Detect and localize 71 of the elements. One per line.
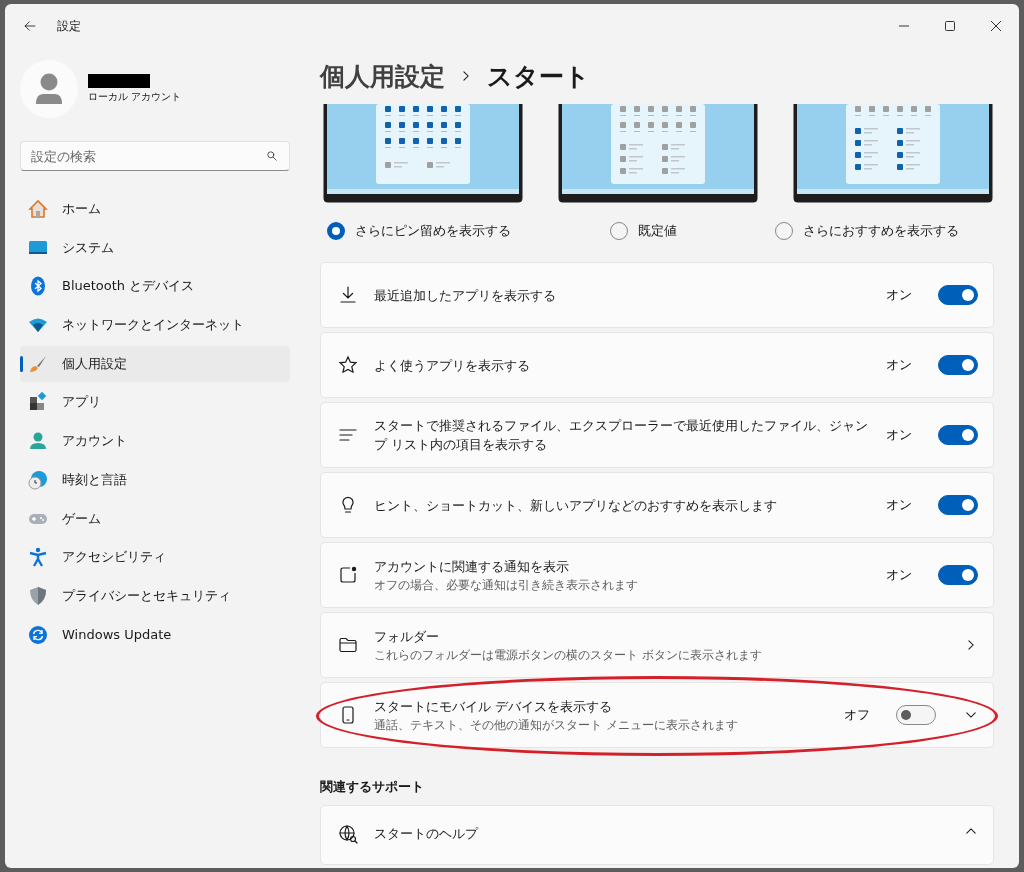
- sidebar-item[interactable]: アクセシビリティ: [20, 539, 290, 576]
- redaction-bar: [88, 74, 150, 88]
- setting-title: フォルダー: [374, 628, 440, 646]
- setting-title: アカウントに関連する通知を表示: [374, 558, 570, 576]
- setting-card[interactable]: フォルダー これらのフォルダーは電源ボタンの横のスタート ボタンに表示されます: [320, 612, 994, 678]
- radio-indicator[interactable]: [327, 222, 345, 240]
- setting-description: 通話、テキスト、その他の通知がスタート メニューに表示されます: [374, 718, 739, 733]
- sidebar-item[interactable]: ゲーム: [20, 500, 290, 537]
- sidebar-item[interactable]: システム: [20, 229, 290, 266]
- layout-radio[interactable]: さらにおすすめを表示する: [775, 222, 959, 240]
- globe-search-icon: [338, 824, 358, 844]
- sidebar-item[interactable]: アカウント: [20, 423, 290, 460]
- setting-card[interactable]: スタートで推奨されるファイル、エクスプローラーで最近使用したファイル、ジャンプ リスト内の項目を表示する オン: [320, 402, 994, 468]
- page-title: スタート: [487, 60, 590, 93]
- accessibility-icon: [28, 547, 48, 568]
- toggle-switch[interactable]: [938, 285, 978, 305]
- radio-indicator[interactable]: [775, 222, 793, 240]
- setting-title: よく使うアプリを表示する: [374, 356, 531, 375]
- setting-title: スタートで推奨されるファイル、エクスプローラーで最近使用したファイル、ジャンプ リスト内の項目を表示する: [374, 417, 869, 454]
- setting-card[interactable]: スタートにモバイル デバイスを表示する 通話、テキスト、その他の通知がスタート メニューに表示されます オフ: [320, 682, 994, 748]
- setting-card[interactable]: ヒント、ショートカット、新しいアプリなどのおすすめを表示します オン: [320, 472, 994, 538]
- radio-indicator[interactable]: [609, 222, 628, 240]
- setting-card[interactable]: よく使うアプリを表示する オン: [320, 332, 994, 398]
- sidebar-item[interactable]: アプリ: [20, 384, 290, 421]
- layout-radio[interactable]: さらにピン留めを表示する: [327, 222, 511, 240]
- apps-icon: [28, 392, 48, 413]
- sidebar-item[interactable]: Bluetooth とデバイス: [20, 268, 290, 305]
- star-icon: [338, 355, 358, 375]
- toggle-state: オン: [886, 566, 912, 584]
- toggle-state: オン: [886, 496, 912, 514]
- person-icon: [28, 431, 48, 452]
- setting-description: オフの場合、必要な通知は引き続き表示されます: [374, 578, 639, 593]
- section-heading: 関連するサポート: [320, 778, 425, 796]
- toggle-state: オン: [886, 426, 912, 444]
- breadcrumb-parent[interactable]: 個人用設定: [320, 59, 445, 93]
- search-icon: [266, 150, 278, 162]
- update-icon: [28, 624, 48, 645]
- globe-clock-icon: [28, 469, 48, 490]
- sidebar-item[interactable]: Windows Update: [20, 616, 290, 653]
- house-icon: [28, 199, 48, 219]
- help-card[interactable]: スタートのヘルプ: [320, 805, 994, 865]
- window-title: 設定: [57, 17, 81, 35]
- folder-icon: [338, 635, 358, 655]
- toggle-switch[interactable]: [938, 425, 978, 445]
- sidebar-item[interactable]: 個人用設定: [20, 345, 290, 382]
- setting-card[interactable]: アカウントに関連する通知を表示 オフの場合、必要な通知は引き続き表示されます オン: [320, 542, 994, 608]
- setting-description: これらのフォルダーは電源ボタンの横のスタート ボタンに表示されます: [374, 648, 763, 663]
- sidebar-item[interactable]: 時刻と言語: [20, 461, 290, 498]
- setting-title: 最近追加したアプリを表示する: [374, 286, 557, 305]
- sidebar-item[interactable]: プライバシーとセキュリティ: [20, 577, 290, 614]
- toggle-switch[interactable]: [938, 355, 978, 375]
- notification-icon: [338, 565, 358, 585]
- shield-icon: [28, 585, 48, 606]
- help-title: スタートのヘルプ: [374, 825, 480, 843]
- sidebar-item[interactable]: ホーム: [20, 191, 290, 227]
- back-arrow-icon: [23, 19, 37, 33]
- setting-title: ヒント、ショートカット、新しいアプリなどのおすすめを表示します: [374, 496, 778, 515]
- toggle-state: オフ: [844, 706, 870, 724]
- setting-card[interactable]: 最近追加したアプリを表示する オン: [320, 262, 994, 328]
- layout-radio[interactable]: 既定値: [609, 222, 677, 240]
- toggle-state: オン: [886, 286, 912, 304]
- setting-title: スタートにモバイル デバイスを表示する: [374, 698, 613, 716]
- toggle-switch[interactable]: [938, 565, 978, 585]
- toggle-switch[interactable]: [896, 705, 936, 725]
- sidebar-item[interactable]: ネットワークとインターネット: [20, 307, 290, 344]
- account-type: ローカル アカウント: [88, 90, 182, 104]
- bluetooth-icon: [28, 276, 48, 297]
- search-field[interactable]: 設定の検索: [20, 141, 290, 171]
- toggle-switch[interactable]: [938, 495, 978, 515]
- download-icon: [338, 285, 358, 305]
- toggle-state: オン: [886, 356, 912, 374]
